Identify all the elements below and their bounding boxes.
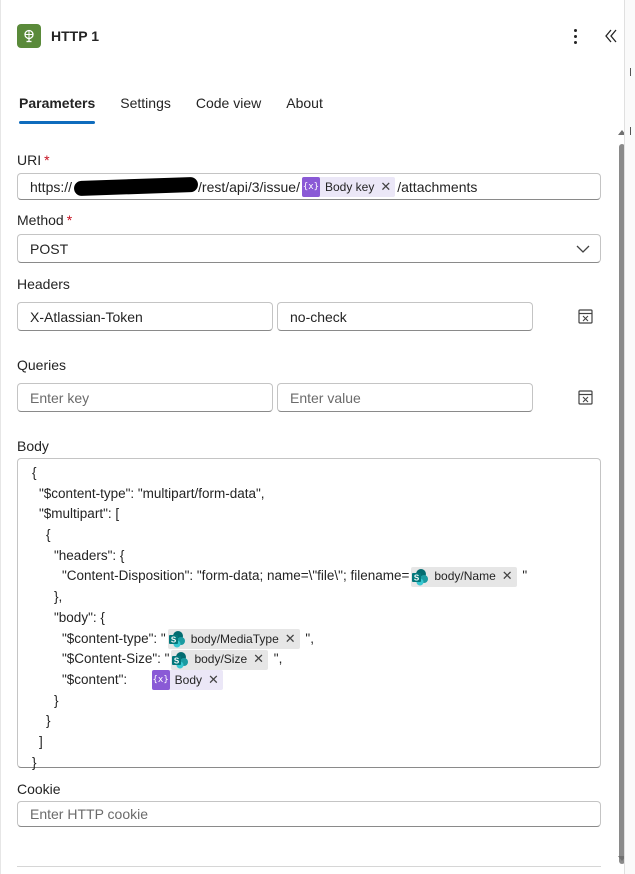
code-text: "$content-type": " <box>62 630 166 646</box>
method-select[interactable]: POST <box>17 234 601 263</box>
code-line: ] <box>39 733 43 749</box>
code-text: "$Content-Size": " <box>62 651 170 667</box>
uri-path: /rest/api/3/issue/ <box>198 178 300 195</box>
dynamic-content-token[interactable]: {x} Body ✕ <box>151 670 223 691</box>
header-key-value: X-Atlassian-Token <box>30 308 143 325</box>
variable-icon: {x} <box>301 176 320 197</box>
token-label: Body <box>174 672 203 687</box>
code-text: "$content": <box>62 671 128 687</box>
delete-row-icon[interactable] <box>576 307 596 327</box>
code-line: "$Content-Size": " S body/Size ✕ ", <box>30 649 600 670</box>
header-value-value: no-check <box>290 308 347 325</box>
method-value: POST <box>30 240 69 257</box>
cookie-label: Cookie <box>17 781 61 797</box>
method-label: Method * <box>17 212 72 228</box>
query-value-placeholder: Enter value <box>290 389 361 406</box>
remove-token-icon[interactable]: ✕ <box>502 566 513 587</box>
query-key-placeholder: Enter key <box>30 389 90 406</box>
dynamic-content-token[interactable]: S body/Name ✕ <box>411 566 517 587</box>
tab-list: Parameters Settings Code view About <box>19 94 348 126</box>
remove-token-icon[interactable]: ✕ <box>285 629 296 650</box>
tab-code-view[interactable]: Code view <box>196 94 261 124</box>
http-action-panel: HTTP 1 Parameters Settings Code view Abo… <box>0 0 626 874</box>
variable-icon: {x} <box>151 670 170 691</box>
code-text: ", <box>301 630 314 646</box>
code-line: "Content-Disposition": "form-data; name=… <box>30 566 600 587</box>
query-value-input[interactable]: Enter value <box>277 383 533 412</box>
code-line: { <box>32 465 37 480</box>
code-text: " <box>518 568 528 584</box>
sharepoint-icon: S <box>171 650 189 670</box>
token-label: body/Name <box>434 569 496 584</box>
remove-token-icon[interactable]: ✕ <box>380 179 391 195</box>
sharepoint-icon: S <box>168 629 186 649</box>
required-mark: * <box>44 152 50 168</box>
divider <box>17 866 601 867</box>
more-vertical-icon[interactable] <box>567 26 583 46</box>
token-label: body/Size <box>194 652 248 667</box>
code-line: "headers": { <box>54 547 125 563</box>
body-editor[interactable]: { "$content-type": "multipart/form-data"… <box>17 458 601 770</box>
action-title[interactable]: HTTP 1 <box>51 28 99 44</box>
sharepoint-icon: S <box>411 567 429 587</box>
svg-text:S: S <box>174 656 180 665</box>
code-line: } <box>54 692 59 708</box>
uri-label-text: URI <box>17 152 42 168</box>
code-line: "$content": {x} Body ✕ <box>30 670 600 691</box>
code-line: } <box>32 754 37 770</box>
uri-suffix: /attachments <box>397 178 478 195</box>
query-key-input[interactable]: Enter key <box>17 383 273 412</box>
tab-about[interactable]: About <box>286 94 323 124</box>
dynamic-content-token[interactable]: S body/Size ✕ <box>171 649 269 670</box>
headers-label: Headers <box>17 276 70 292</box>
edge-mark <box>630 127 634 135</box>
tab-settings[interactable]: Settings <box>120 94 171 124</box>
code-line: }, <box>54 589 63 605</box>
uri-label: URI * <box>17 152 50 168</box>
remove-token-icon[interactable]: ✕ <box>253 649 264 670</box>
svg-text:S: S <box>414 573 420 582</box>
header-value-input[interactable]: no-check <box>277 302 533 331</box>
delete-row-icon[interactable] <box>576 388 596 408</box>
double-chevron-left-icon[interactable] <box>601 26 621 46</box>
uri-input[interactable]: https:// /rest/api/3/issue/ {x} Body key … <box>17 173 601 200</box>
background-window-edge <box>624 0 635 874</box>
cookie-placeholder: Enter HTTP cookie <box>30 806 149 822</box>
token-label: Body key <box>324 179 375 194</box>
redacted-host <box>73 176 199 197</box>
code-line: "$content-type": "multipart/form-data", <box>39 485 265 501</box>
code-text: ", <box>270 651 283 667</box>
body-label: Body <box>17 438 49 454</box>
header-key-input[interactable]: X-Atlassian-Token <box>17 302 273 331</box>
uri-prefix: https:// <box>30 178 73 195</box>
globe-icon <box>17 24 41 48</box>
remove-token-icon[interactable]: ✕ <box>208 670 219 691</box>
required-mark: * <box>66 212 73 228</box>
tab-parameters[interactable]: Parameters <box>19 94 96 124</box>
dynamic-content-token[interactable]: S body/MediaType ✕ <box>167 628 300 650</box>
code-text: "Content-Disposition": "form-data; name=… <box>62 568 410 584</box>
cookie-input[interactable]: Enter HTTP cookie <box>17 801 601 827</box>
svg-text:S: S <box>171 635 177 644</box>
dynamic-content-token[interactable]: {x} Body key ✕ <box>301 176 396 197</box>
panel-header: HTTP 1 <box>1 0 625 72</box>
edge-mark <box>630 68 634 76</box>
code-line: "$content-type": " S body/MediaType ✕ ", <box>30 628 600 650</box>
code-line: "body": { <box>54 609 105 625</box>
code-line: { <box>46 527 51 543</box>
chevron-down-icon <box>576 245 590 253</box>
method-label-text: Method <box>17 212 64 228</box>
token-label: body/MediaType <box>190 631 279 646</box>
code-line: } <box>46 713 51 729</box>
code-line: "$multipart": [ <box>39 506 120 522</box>
queries-label: Queries <box>17 357 67 373</box>
